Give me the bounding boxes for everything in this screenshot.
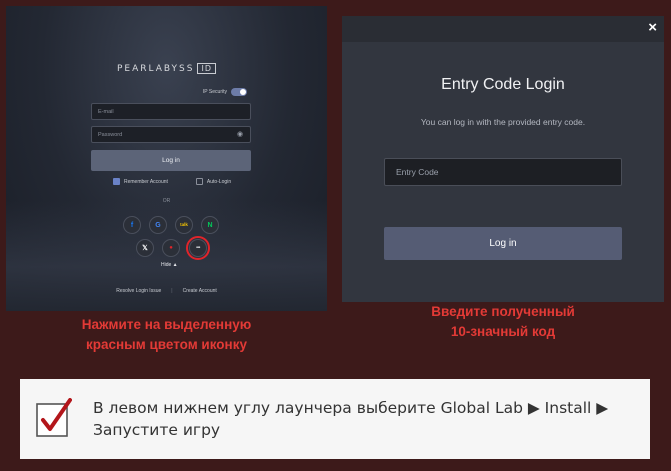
or-divider: OR — [162, 198, 171, 204]
checkbox-checked-icon — [113, 178, 120, 185]
ip-security-toggle[interactable] — [231, 88, 247, 96]
login-button[interactable]: Log in — [91, 150, 251, 171]
password-field[interactable]: Password ◉ — [91, 126, 251, 143]
checkbox-check-icon — [36, 398, 72, 437]
dialog-header: × — [342, 16, 664, 42]
x-icon: 𝕏 — [142, 244, 148, 252]
close-icon[interactable]: × — [648, 20, 657, 36]
talk-icon: talk — [180, 221, 188, 227]
resolve-login-link[interactable]: Resolve Login Issue — [116, 288, 161, 294]
entry-code-dialog: × Entry Code Login You can log in with t… — [342, 16, 664, 302]
naver-login-button[interactable]: N — [201, 216, 219, 234]
facebook-icon: f — [130, 221, 134, 229]
auto-login-checkbox[interactable]: Auto-Login — [195, 178, 231, 185]
x-login-button[interactable]: 𝕏 — [136, 239, 154, 257]
ip-security-label: IP Security — [202, 89, 227, 95]
link-separator: | — [171, 288, 173, 294]
talk-login-button[interactable]: talk — [175, 216, 193, 234]
highlight-ring — [186, 236, 210, 260]
create-account-link[interactable]: Create Account — [183, 288, 217, 294]
instruction-bar: В левом нижнем углу лаунчера выберите Gl… — [20, 379, 650, 459]
pearl-icon: ● — [169, 245, 173, 251]
naver-icon: N — [207, 221, 213, 229]
pearl-login-button[interactable]: ● — [162, 239, 180, 257]
remember-account-checkbox[interactable]: Remember Account — [113, 178, 168, 185]
checkbox-unchecked-icon — [195, 178, 203, 185]
login-options: Remember Account Auto-Login — [113, 178, 231, 185]
pearlabyss-logo: PEARLABYSS ID — [6, 63, 327, 74]
entry-code-login-button[interactable]: Log in — [384, 227, 622, 260]
google-login-button[interactable]: G — [149, 216, 167, 234]
dialog-subtitle: You can log in with the provided entry c… — [420, 117, 586, 127]
left-caption: Нажмите на выделенную красным цветом ико… — [81, 317, 252, 352]
eye-icon[interactable]: ◉ — [237, 131, 245, 139]
entry-code-input[interactable]: Entry Code — [384, 158, 622, 186]
instruction-text: В левом нижнем углу лаунчера выберите Gl… — [93, 399, 609, 439]
hide-toggle[interactable]: Hide ▲ — [161, 262, 178, 268]
launcher-login-screenshot: PEARLABYSS ID IP Security E-mail Password… — [6, 6, 327, 311]
facebook-login-button[interactable]: f — [123, 216, 141, 234]
google-icon: G — [155, 221, 161, 229]
email-field[interactable]: E-mail — [91, 103, 251, 120]
bottom-links: Resolve Login Issue | Create Account — [6, 288, 327, 294]
ip-security-row: IP Security — [203, 88, 247, 96]
right-caption: Введите полученный 10-значный код — [431, 304, 575, 339]
dialog-title: Entry Code Login — [441, 76, 565, 93]
